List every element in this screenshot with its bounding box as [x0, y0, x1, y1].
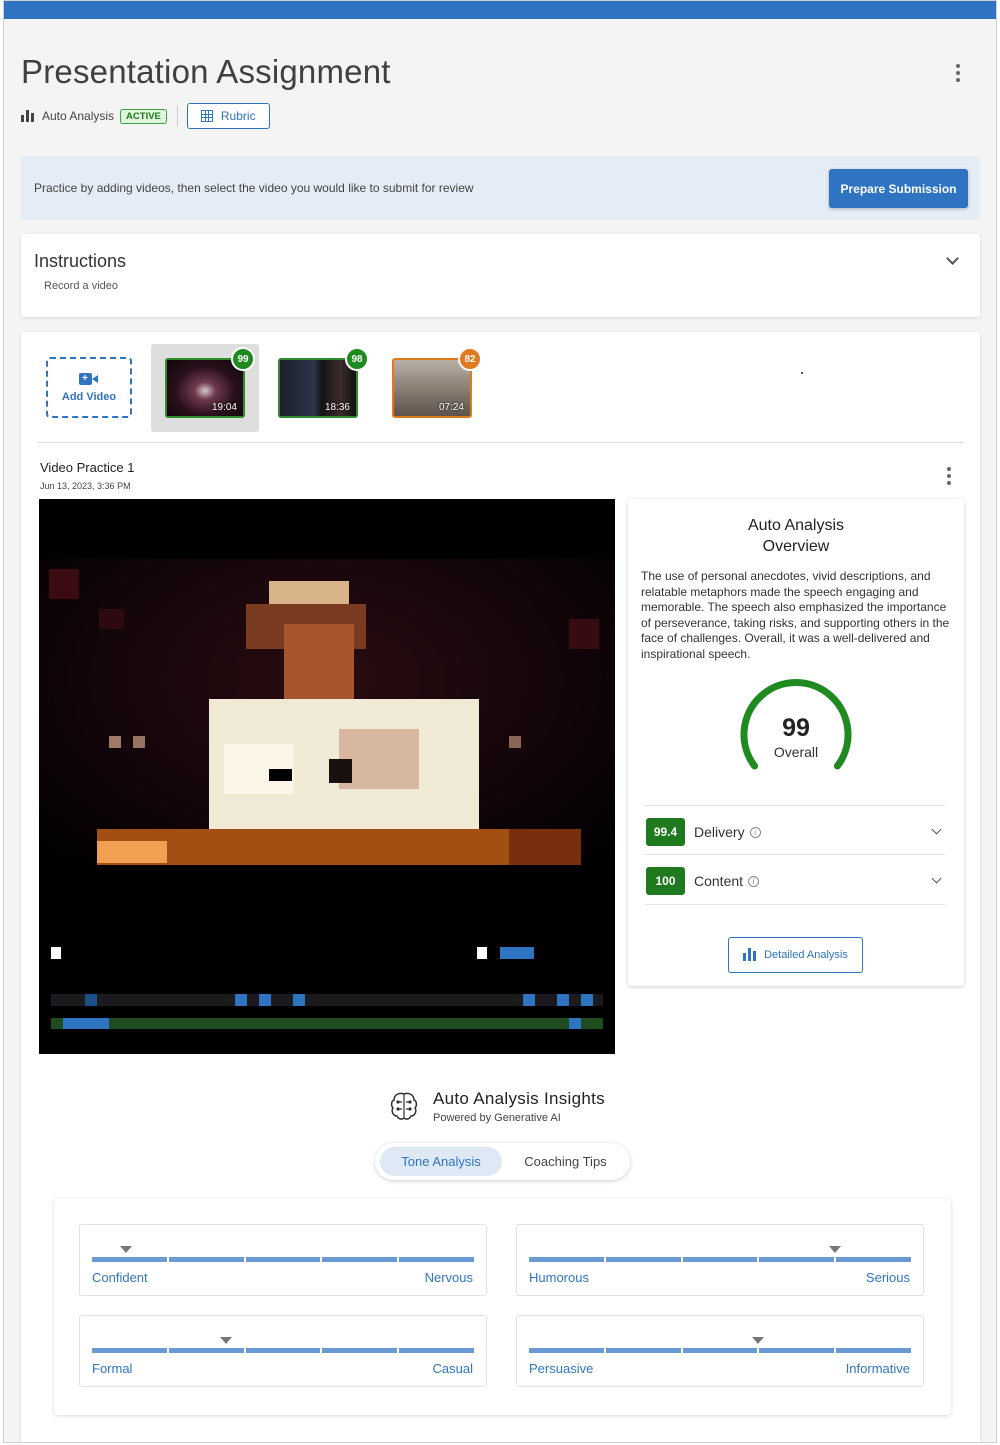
tone-left-label: Confident [92, 1270, 148, 1285]
tone-track [529, 1257, 911, 1262]
tone-marker-icon [828, 1246, 841, 1253]
bar-chart-icon [743, 948, 757, 961]
rubric-button-label: Rubric [220, 109, 256, 123]
decorative-dot [801, 372, 803, 374]
video-duration: 07:24 [438, 402, 464, 413]
divider [176, 105, 178, 127]
video-duration: 18:36 [324, 402, 350, 413]
overview-summary: The use of personal anecdotes, vivid des… [641, 569, 950, 661]
bar-chart-icon [21, 110, 34, 122]
tab-tone-analysis[interactable]: Tone Analysis [380, 1147, 502, 1176]
tone-left-label: Persuasive [529, 1361, 594, 1376]
practice-banner: Practice by adding videos, then select t… [21, 156, 980, 220]
overall-score: 99 [782, 714, 810, 742]
content-label: Content [694, 873, 744, 889]
practice-card: + Add Video 19:04 99 18:36 98 07:24 82 V… [21, 332, 980, 1442]
more-options-icon[interactable] [939, 467, 959, 485]
video-player[interactable] [39, 499, 615, 1054]
video-thumbnail[interactable]: 07:24 [392, 358, 472, 418]
divider [645, 904, 945, 905]
video-score-badge: 98 [345, 347, 369, 371]
tone-track [92, 1348, 474, 1353]
video-thumbnail[interactable]: 19:04 [165, 358, 245, 418]
overview-title: Auto Analysis Overview [628, 515, 964, 557]
prepare-submission-button[interactable]: Prepare Submission [829, 169, 968, 208]
add-video-label: Add Video [61, 391, 117, 403]
practice-banner-text: Practice by adding videos, then select t… [34, 181, 474, 195]
top-accent-bar [4, 1, 996, 19]
auto-analysis-overview: Auto Analysis Overview The use of person… [628, 499, 964, 986]
insights-subtitle: Powered by Generative AI [433, 1112, 561, 1124]
tone-track [92, 1257, 474, 1262]
divider [38, 442, 964, 443]
tone-scale: Humorous Serious [516, 1224, 924, 1296]
content-score: 100 [646, 867, 685, 895]
instructions-panel[interactable]: Instructions Record a video [21, 234, 980, 317]
overview-title-line2: Overview [762, 538, 830, 555]
divider [645, 805, 945, 806]
tone-right-label: Serious [865, 1270, 910, 1285]
tab-coaching-tips[interactable]: Coaching Tips [508, 1147, 623, 1176]
auto-analysis-label: Auto Analysis [42, 109, 115, 123]
video-thumbnail[interactable]: 18:36 [278, 358, 358, 418]
content-row[interactable]: 100 Content i [646, 861, 946, 901]
tone-right-label: Nervous [424, 1270, 473, 1285]
brain-icon [390, 1092, 418, 1120]
video-camera-add-icon: + [79, 372, 99, 386]
chevron-down-icon[interactable] [931, 873, 942, 884]
tone-marker-icon [120, 1246, 133, 1253]
delivery-row[interactable]: 99.4 Delivery i [646, 812, 946, 852]
delivery-score: 99.4 [646, 818, 685, 846]
video-practice-title: Video Practice 1 [40, 460, 135, 475]
video-score-badge: 99 [231, 347, 255, 371]
insights-header: Auto Analysis Insights Powered by Genera… [389, 1087, 649, 1127]
insights-tab-toggle: Tone Analysis Coaching Tips [375, 1143, 630, 1180]
status-badge: ACTIVE [120, 108, 167, 124]
assignment-meta: Auto Analysis ACTIVE Rubric [21, 103, 270, 129]
rubric-button[interactable]: Rubric [186, 103, 270, 129]
detailed-analysis-label: Detailed Analysis [764, 949, 848, 961]
tone-left-label: Formal [92, 1361, 133, 1376]
tone-right-label: Casual [432, 1361, 473, 1376]
more-options-icon[interactable] [948, 61, 968, 85]
detailed-analysis-button[interactable]: Detailed Analysis [728, 937, 863, 973]
chevron-down-icon[interactable] [946, 252, 959, 265]
info-icon[interactable]: i [749, 826, 761, 838]
divider [645, 854, 945, 855]
overview-title-line1: Auto Analysis [747, 517, 845, 534]
tone-scale: Formal Casual [79, 1315, 487, 1387]
tone-marker-icon [752, 1337, 765, 1344]
add-video-button[interactable]: + Add Video [46, 357, 132, 418]
info-icon[interactable]: i [748, 875, 760, 887]
tone-left-label: Humorous [529, 1270, 589, 1285]
page-title: Presentation Assignment [21, 53, 391, 90]
overall-label: Overall [773, 744, 819, 760]
overall-score-gauge: 99 Overall [736, 679, 856, 779]
instructions-text: Record a video [44, 280, 118, 292]
tone-analysis-panel: Confident Nervous Humorous Serious Forma… [54, 1199, 951, 1415]
tone-marker-icon [219, 1337, 232, 1344]
video-duration: 19:04 [211, 402, 237, 413]
table-grid-icon [200, 110, 213, 122]
video-score-badge: 82 [458, 347, 482, 371]
tone-scale: Confident Nervous [79, 1224, 487, 1296]
tone-right-label: Informative [845, 1361, 910, 1376]
tone-track [529, 1348, 911, 1353]
chevron-down-icon[interactable] [931, 824, 942, 835]
video-practice-date: Jun 13, 2023, 3:36 PM [40, 481, 131, 491]
app-frame: Presentation Assignment Auto Analysis AC… [3, 0, 997, 1443]
instructions-title: Instructions [34, 251, 127, 271]
tone-scale: Persuasive Informative [516, 1315, 924, 1387]
insights-title: Auto Analysis Insights [433, 1089, 605, 1108]
delivery-label: Delivery [694, 824, 745, 840]
